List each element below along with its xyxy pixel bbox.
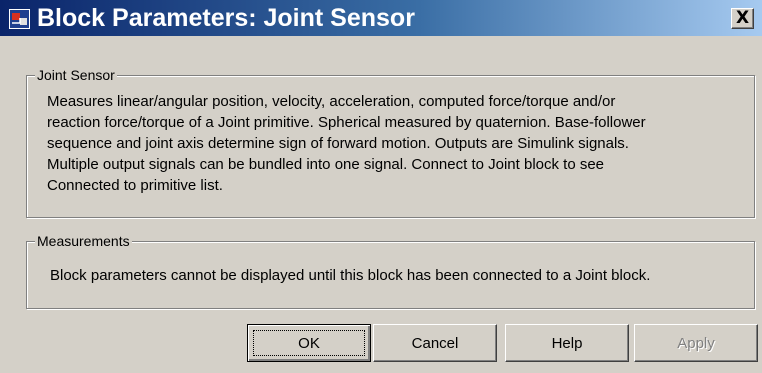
help-label: Help [551, 334, 583, 352]
description-line: Connected to primitive list. [47, 177, 223, 194]
description-line: sequence and joint axis determine sign o… [47, 135, 629, 152]
focus-rectangle [253, 330, 365, 356]
cancel-label: Cancel [411, 334, 459, 352]
title-bar[interactable]: Block Parameters: Joint Sensor X [0, 0, 762, 36]
joint-sensor-legend: Joint Sensor [35, 67, 117, 83]
measurements-message: Block parameters cannot be displayed unt… [50, 267, 651, 284]
cancel-button[interactable]: Cancel [373, 324, 497, 362]
apply-button[interactable]: Apply [634, 324, 758, 362]
measurements-legend: Measurements [35, 233, 132, 249]
close-icon: X [735, 8, 750, 28]
help-button[interactable]: Help [505, 324, 629, 362]
ok-button[interactable]: OK [247, 324, 371, 362]
block-description: Measures linear/angular position, veloci… [47, 91, 747, 196]
description-line: Multiple output signals can be bundled i… [47, 156, 605, 173]
window-title: Block Parameters: Joint Sensor [37, 4, 415, 32]
simulink-block-icon [9, 9, 30, 29]
block-parameters-dialog: Block Parameters: Joint Sensor X Joint S… [0, 0, 762, 373]
joint-sensor-groupbox: Joint Sensor Measures linear/angular pos… [26, 67, 755, 218]
apply-label: Apply [677, 334, 715, 352]
close-button[interactable]: X [731, 8, 754, 29]
measurements-groupbox: Measurements Block parameters cannot be … [26, 233, 755, 309]
description-line: reaction force/torque of a Joint primiti… [47, 114, 646, 131]
description-line: Measures linear/angular position, veloci… [47, 93, 616, 110]
